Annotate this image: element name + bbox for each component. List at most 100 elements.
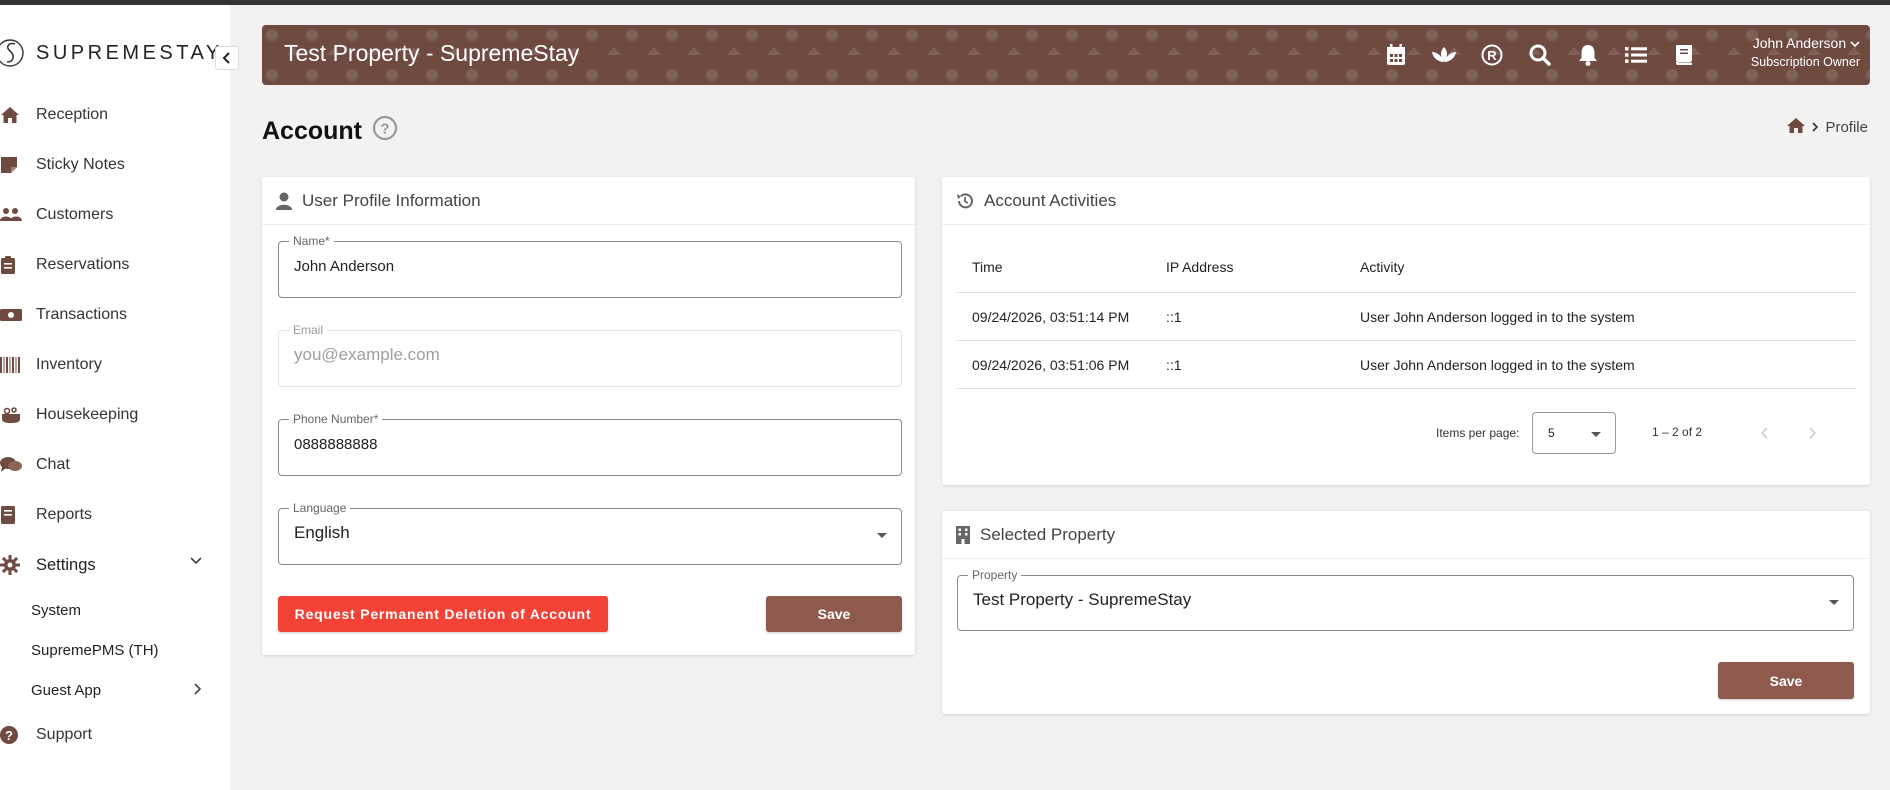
sidebar-subitem-label: SupremePMS (TH) bbox=[31, 641, 159, 659]
page-title-text: Account bbox=[262, 117, 362, 145]
sidebar-item-label: Settings bbox=[36, 555, 96, 574]
name-field[interactable]: Name* John Anderson bbox=[278, 234, 902, 298]
window-top-border bbox=[0, 0, 1890, 5]
phone-number-field[interactable]: Phone Number* 0888888888 bbox=[278, 412, 902, 476]
breadcrumb: Profile bbox=[1786, 117, 1868, 138]
dropdown-caret-icon bbox=[877, 533, 887, 538]
sidebar: SUPREMESTAY Reception Sticky Notes Custo… bbox=[0, 5, 239, 790]
card-header: Selected Property bbox=[942, 511, 1870, 559]
save-profile-button[interactable]: Save bbox=[766, 596, 902, 632]
field-label: Email bbox=[289, 323, 328, 337]
sidebar-nav: Reception Sticky Notes Customers Reserva… bbox=[0, 90, 230, 760]
brand-name: SUPREMESTAY bbox=[36, 41, 223, 64]
question-circle-icon: ? bbox=[0, 724, 22, 746]
sticky-note-icon bbox=[0, 154, 22, 176]
chevron-down-icon bbox=[190, 557, 202, 565]
sidebar-item-label: Reception bbox=[36, 106, 109, 123]
sidebar-subitem-guest-app[interactable]: Guest App bbox=[0, 670, 230, 710]
building-icon bbox=[956, 525, 970, 544]
header-icons: R bbox=[1382, 41, 1718, 69]
cell-ip: ::1 bbox=[1166, 356, 1182, 373]
sidebar-item-reception[interactable]: Reception bbox=[0, 90, 230, 140]
name-value: John Anderson bbox=[294, 258, 395, 275]
chevron-right-icon bbox=[1809, 427, 1817, 439]
sidebar-item-label: Housekeeping bbox=[36, 406, 139, 423]
header-title: Test Property - SupremeStay bbox=[284, 40, 580, 66]
sidebar-item-label: Reports bbox=[36, 506, 93, 523]
bell-icon[interactable] bbox=[1574, 41, 1602, 69]
history-icon bbox=[956, 192, 974, 210]
email-field[interactable]: Email you@example.com bbox=[278, 323, 902, 387]
money-icon bbox=[0, 304, 22, 326]
spa-icon[interactable] bbox=[1430, 41, 1458, 69]
sidebar-item-customers[interactable]: Customers bbox=[0, 190, 230, 240]
items-per-page-select[interactable]: 5 bbox=[1532, 412, 1616, 454]
calendar-icon[interactable] bbox=[1382, 41, 1410, 69]
table-row: 09/24/2026, 03:51:14 PM ::1 User John An… bbox=[956, 293, 1856, 341]
field-label: Language bbox=[289, 501, 351, 515]
sidebar-subitem-system[interactable]: System bbox=[0, 590, 230, 630]
sidebar-item-transactions[interactable]: Transactions bbox=[0, 290, 230, 340]
cell-ip: ::1 bbox=[1166, 308, 1182, 325]
search-icon[interactable] bbox=[1526, 41, 1554, 69]
sidebar-item-label: Inventory bbox=[36, 356, 102, 373]
page-range: 1 – 2 of 2 bbox=[1652, 425, 1703, 439]
help-icon[interactable]: ? bbox=[372, 115, 398, 148]
breadcrumb-current: Profile bbox=[1825, 119, 1868, 136]
sidebar-item-inventory[interactable]: Inventory bbox=[0, 340, 230, 390]
dropdown-caret-icon bbox=[1591, 432, 1601, 437]
field-label: Property bbox=[968, 568, 1022, 582]
housekeeping-icon bbox=[0, 404, 22, 426]
chat-icon bbox=[0, 454, 22, 476]
collapse-sidebar-button[interactable] bbox=[215, 46, 239, 70]
cell-time: 09/24/2026, 03:51:06 PM bbox=[972, 356, 1130, 373]
registered-icon[interactable]: R bbox=[1478, 41, 1506, 69]
sidebar-item-reports[interactable]: Reports bbox=[0, 490, 230, 540]
dropdown-caret-icon bbox=[1829, 600, 1839, 605]
language-value: English bbox=[294, 523, 350, 542]
sidebar-item-housekeeping[interactable]: Housekeeping bbox=[0, 390, 230, 440]
selected-property-card: Selected Property Property Test Property… bbox=[942, 511, 1870, 714]
list-icon[interactable] bbox=[1622, 41, 1650, 69]
next-page-button[interactable] bbox=[1802, 422, 1824, 444]
book-open-icon[interactable] bbox=[1670, 41, 1698, 69]
sidebar-item-chat[interactable]: Chat bbox=[0, 440, 230, 490]
sidebar-item-support[interactable]: ? Support bbox=[0, 710, 230, 760]
clipboard-icon bbox=[0, 254, 22, 276]
chevron-right-icon bbox=[194, 683, 202, 695]
card-title: Account Activities bbox=[984, 190, 1117, 210]
sidebar-item-sticky-notes[interactable]: Sticky Notes bbox=[0, 140, 230, 190]
items-per-page-value: 5 bbox=[1548, 426, 1555, 440]
request-deletion-button[interactable]: Request Permanent Deletion of Account bbox=[278, 596, 608, 632]
save-property-button[interactable]: Save bbox=[1718, 662, 1854, 699]
property-select[interactable]: Property Test Property - SupremeStay bbox=[957, 568, 1854, 631]
items-per-page-label: Items per page: bbox=[1436, 426, 1520, 440]
sidebar-subitem-label: System bbox=[31, 601, 82, 619]
card-header: Account Activities bbox=[942, 177, 1870, 225]
svg-text:?: ? bbox=[380, 121, 389, 138]
supremestay-logo bbox=[0, 39, 24, 67]
user-name: John Anderson bbox=[1751, 35, 1860, 51]
previous-page-button[interactable] bbox=[1754, 422, 1776, 444]
cell-time: 09/24/2026, 03:51:14 PM bbox=[972, 308, 1130, 325]
sidebar-subitem-supremepms[interactable]: SupremePMS (TH) bbox=[0, 630, 230, 670]
breadcrumb-separator-icon bbox=[1812, 119, 1819, 136]
column-header-ip: IP Address bbox=[1166, 259, 1234, 275]
sidebar-item-reservations[interactable]: Reservations bbox=[0, 240, 230, 290]
user-menu[interactable]: John Anderson Subscription Owner bbox=[1751, 35, 1860, 69]
brand[interactable]: SUPREMESTAY bbox=[0, 35, 223, 71]
paginator: Items per page: 5 1 – 2 of 2 bbox=[942, 412, 1862, 454]
column-header-time: Time bbox=[972, 259, 1003, 275]
users-icon bbox=[0, 204, 22, 226]
property-value: Test Property - SupremeStay bbox=[973, 590, 1192, 609]
sidebar-item-label: Customers bbox=[36, 206, 114, 223]
language-select[interactable]: Language English bbox=[278, 501, 902, 565]
sidebar-item-label: Transactions bbox=[36, 306, 127, 323]
breadcrumb-home-icon[interactable] bbox=[1786, 117, 1806, 138]
cell-activity: User John Anderson logged in to the syst… bbox=[1360, 308, 1635, 325]
sidebar-item-settings[interactable]: Settings bbox=[0, 540, 230, 590]
field-label: Name* bbox=[289, 234, 334, 248]
table-header-row: Time IP Address Activity bbox=[956, 242, 1856, 293]
phone-value: 0888888888 bbox=[294, 436, 378, 453]
account-activities-card: Account Activities Time IP Address Activ… bbox=[942, 177, 1870, 485]
